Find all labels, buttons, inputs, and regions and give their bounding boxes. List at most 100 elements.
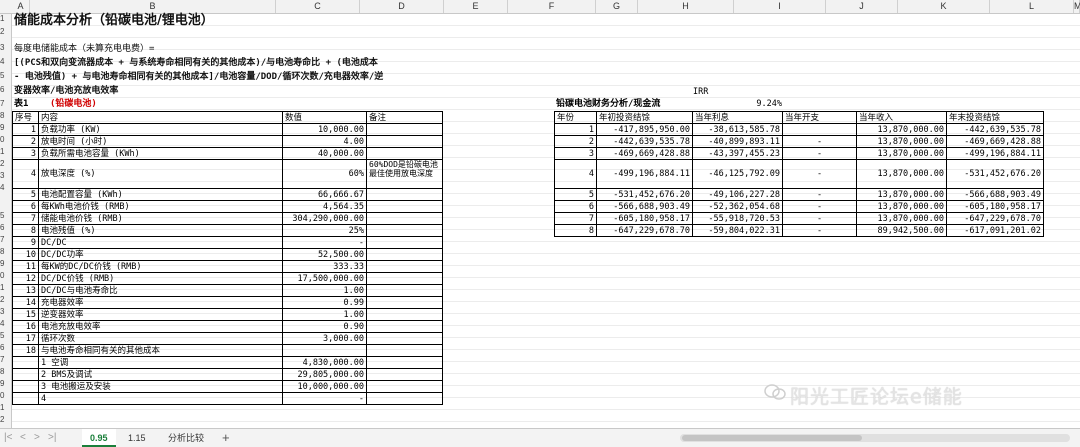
row-note[interactable] bbox=[366, 147, 443, 160]
begin-balance-cell[interactable]: -499,196,884.11 bbox=[596, 159, 693, 189]
prev-sheet-nav-icon[interactable]: < bbox=[20, 432, 26, 443]
row-header[interactable]: 8 bbox=[0, 367, 11, 376]
row-header[interactable]: 1 bbox=[0, 283, 11, 292]
row-header[interactable]: 6 bbox=[0, 85, 11, 94]
row-number[interactable]: 6 bbox=[12, 200, 39, 213]
formula-line-4[interactable]: 变器效率/电池充放电效率 bbox=[14, 84, 118, 98]
row-header[interactable]: 2 bbox=[0, 415, 11, 424]
row-header[interactable]: 3 bbox=[0, 43, 11, 52]
row-header[interactable]: 1 bbox=[0, 403, 11, 412]
row-header[interactable]: 3 bbox=[0, 171, 11, 180]
expense-cell[interactable]: - bbox=[782, 135, 857, 148]
row-value[interactable]: 52,500.00 bbox=[282, 248, 367, 261]
row-note[interactable] bbox=[366, 308, 443, 321]
row-content[interactable]: 每KW的DC/DC价钱 (RMB) bbox=[38, 260, 283, 273]
row-note[interactable] bbox=[366, 188, 443, 201]
row-header[interactable]: 1 bbox=[0, 147, 11, 156]
spreadsheet-sheet[interactable]: ABCDEFGHIJKLM 12345678901234567890123456… bbox=[0, 0, 1080, 428]
interest-cell[interactable]: -46,125,792.09 bbox=[692, 159, 783, 189]
begin-balance-cell[interactable]: -531,452,676.20 bbox=[596, 188, 693, 201]
column-header[interactable]: F bbox=[508, 0, 596, 13]
income-cell[interactable]: 13,870,000.00 bbox=[856, 123, 947, 136]
expense-cell[interactable]: - bbox=[782, 212, 857, 225]
row-content[interactable]: 负载功率 (KW) bbox=[38, 123, 283, 136]
row-header[interactable]: 9 bbox=[0, 123, 11, 132]
row-number[interactable]: 11 bbox=[12, 260, 39, 273]
row-header[interactable]: 9 bbox=[0, 379, 11, 388]
row-value[interactable]: 0.90 bbox=[282, 320, 367, 333]
year-cell[interactable]: 7 bbox=[554, 212, 597, 225]
row-header[interactable]: 3 bbox=[0, 307, 11, 316]
end-balance-cell[interactable]: -469,669,428.88 bbox=[946, 135, 1044, 148]
row-content[interactable]: DC/DC价钱 (RMB) bbox=[38, 272, 283, 285]
row-header[interactable]: 4 bbox=[0, 183, 11, 192]
last-sheet-nav-icon[interactable]: >| bbox=[48, 432, 56, 443]
column-header[interactable]: A bbox=[12, 0, 30, 13]
row-content[interactable]: 1 空调 bbox=[38, 356, 283, 369]
row-number[interactable]: 9 bbox=[12, 236, 39, 249]
column-header[interactable]: L bbox=[990, 0, 1074, 13]
row-content[interactable]: 放电深度 (%) bbox=[38, 159, 283, 189]
year-cell[interactable]: 1 bbox=[554, 123, 597, 136]
end-balance-cell[interactable]: -647,229,678.70 bbox=[946, 212, 1044, 225]
row-content[interactable]: 3 电池搬运及安装 bbox=[38, 380, 283, 393]
row-header[interactable]: 6 bbox=[0, 343, 11, 352]
sheet-title[interactable]: 储能成本分析（铅碳电池/锂电池） bbox=[14, 13, 214, 29]
income-cell[interactable]: 13,870,000.00 bbox=[856, 188, 947, 201]
header-income[interactable]: 当年收入 bbox=[856, 111, 947, 124]
row-content[interactable]: DC/DC功率 bbox=[38, 248, 283, 261]
income-cell[interactable]: 89,942,500.00 bbox=[856, 224, 947, 237]
next-sheet-nav-icon[interactable]: > bbox=[34, 432, 40, 443]
year-cell[interactable]: 3 bbox=[554, 147, 597, 160]
tab-1-15[interactable]: 1.15 bbox=[120, 429, 154, 447]
header-value[interactable]: 数值 bbox=[282, 111, 367, 124]
row-number[interactable]: 5 bbox=[12, 188, 39, 201]
row-note[interactable] bbox=[366, 236, 443, 249]
row-header[interactable]: 0 bbox=[0, 135, 11, 144]
irr-label[interactable]: IRR bbox=[693, 87, 708, 98]
header-year[interactable]: 年份 bbox=[554, 111, 597, 124]
row-note[interactable] bbox=[366, 332, 443, 345]
begin-balance-cell[interactable]: -442,639,535.78 bbox=[596, 135, 693, 148]
row-content[interactable]: 每KWh电池价钱 (RMB) bbox=[38, 200, 283, 213]
row-note[interactable] bbox=[366, 248, 443, 261]
row-number[interactable]: 14 bbox=[12, 296, 39, 309]
year-cell[interactable]: 6 bbox=[554, 200, 597, 213]
row-header[interactable]: 5 bbox=[0, 211, 11, 220]
row-note[interactable] bbox=[366, 212, 443, 225]
row-value[interactable] bbox=[282, 344, 367, 357]
header-interest[interactable]: 当年利息 bbox=[692, 111, 783, 124]
column-header[interactable]: B bbox=[30, 0, 276, 13]
row-content[interactable]: DC/DC与电池寿命比 bbox=[38, 284, 283, 297]
row-header[interactable]: 5 bbox=[0, 331, 11, 340]
header-begin[interactable]: 年初投资结馀 bbox=[596, 111, 693, 124]
column-header[interactable]: C bbox=[276, 0, 360, 13]
interest-cell[interactable]: -49,106,227.28 bbox=[692, 188, 783, 201]
tab-0-95[interactable]: 0.95 bbox=[82, 429, 116, 447]
header-expense[interactable]: 当年开支 bbox=[782, 111, 857, 124]
expense-cell[interactable]: - bbox=[782, 224, 857, 237]
row-header[interactable]: 7 bbox=[0, 235, 11, 244]
row-value[interactable]: - bbox=[282, 236, 367, 249]
row-note[interactable] bbox=[366, 123, 443, 136]
column-header[interactable]: K bbox=[898, 0, 990, 13]
year-cell[interactable]: 4 bbox=[554, 159, 597, 189]
end-balance-cell[interactable]: -442,639,535.78 bbox=[946, 123, 1044, 136]
income-cell[interactable]: 13,870,000.00 bbox=[856, 200, 947, 213]
row-note[interactable] bbox=[366, 320, 443, 333]
row-content[interactable]: 储能电池价钱 (RMB) bbox=[38, 212, 283, 225]
row-content[interactable]: 电池充放电效率 bbox=[38, 320, 283, 333]
horizontal-scrollbar[interactable] bbox=[680, 434, 1070, 442]
year-cell[interactable]: 8 bbox=[554, 224, 597, 237]
row-value[interactable]: 1.00 bbox=[282, 308, 367, 321]
first-sheet-nav-icon[interactable]: |< bbox=[4, 432, 12, 443]
row-content[interactable]: DC/DC bbox=[38, 236, 283, 249]
interest-cell[interactable]: -40,899,893.11 bbox=[692, 135, 783, 148]
row-number[interactable]: 8 bbox=[12, 224, 39, 237]
row-value[interactable]: 304,290,000.00 bbox=[282, 212, 367, 225]
row-content[interactable]: 循环次数 bbox=[38, 332, 283, 345]
row-note[interactable] bbox=[366, 135, 443, 148]
row-number[interactable]: 15 bbox=[12, 308, 39, 321]
column-header[interactable]: J bbox=[826, 0, 898, 13]
row-header[interactable]: 2 bbox=[0, 159, 11, 168]
